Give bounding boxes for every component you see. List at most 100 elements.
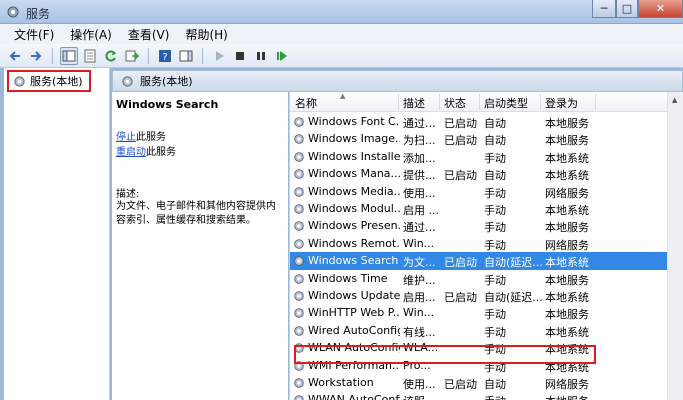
service-row[interactable]: Windows Remot... Win... 手动 网络服务 — [290, 235, 668, 252]
gear-icon — [14, 75, 25, 87]
column-divider[interactable] — [439, 94, 440, 110]
back-button[interactable] — [6, 47, 24, 65]
service-logon-cell: 本地系统 — [545, 204, 589, 217]
service-row[interactable]: Wired AutoConfig 有线... 手动 本地系统 — [290, 322, 668, 339]
services-app-icon — [7, 6, 19, 18]
export-list-button[interactable] — [123, 47, 141, 65]
service-description-cell: 启用 ... — [403, 204, 439, 217]
service-gear-icon — [294, 308, 304, 319]
service-row[interactable]: Windows Mana... 提供... 已启动 自动 本地系统 — [290, 165, 668, 182]
service-row[interactable]: Windows Image... 为扫... 已启动 自动 本地服务 — [290, 130, 668, 147]
menu-help[interactable]: 帮助(H) — [177, 26, 235, 43]
show-action-pane-button[interactable] — [177, 47, 195, 65]
service-row[interactable]: Windows Presen... 通过... 手动 本地服务 — [290, 217, 668, 234]
forward-button[interactable] — [27, 47, 45, 65]
stop-service-link[interactable]: 停止 — [116, 132, 136, 143]
menu-file[interactable]: 文件(F) — [6, 26, 62, 43]
service-gear-icon — [294, 273, 304, 284]
help-button[interactable]: ? — [156, 47, 174, 65]
service-name-cell: Windows Image... — [308, 132, 400, 146]
service-name-cell: WWAN AutoConfig — [308, 393, 400, 400]
maximize-button[interactable]: □ — [616, 0, 638, 18]
forward-arrow-icon — [31, 50, 42, 61]
service-row[interactable]: WinHTTP Web P... Win... 手动 本地服务 — [290, 304, 668, 321]
sort-ascending-icon: ▲ — [340, 92, 346, 100]
column-divider[interactable] — [398, 94, 399, 110]
close-button[interactable]: ✕ — [638, 0, 683, 18]
service-description-cell: 启用... — [403, 291, 436, 304]
service-row[interactable]: Windows Time 维护... 手动 本地服务 — [290, 270, 668, 287]
service-row[interactable]: Windows Search 为文... 已启动 自动(延迟... 本地系统 — [290, 252, 668, 270]
service-gear-icon — [294, 152, 304, 162]
service-gear-icon — [294, 134, 304, 145]
show-tree-button[interactable] — [60, 46, 78, 65]
menu-action[interactable]: 操作(A) — [62, 26, 120, 43]
service-row[interactable]: Workstation 使用... 已启动 自动 网络服务 — [290, 374, 668, 391]
service-startup-type-cell: 自动 — [484, 169, 506, 183]
column-header-logon-as[interactable]: 登录为 — [545, 95, 578, 111]
services-panel-header: 服务(本地) — [112, 70, 683, 92]
properties-list-button[interactable] — [81, 47, 99, 65]
service-row[interactable]: WLAN AutoConfig WLA... 手动 本地系统 — [290, 339, 668, 356]
service-status-cell: 已启动 — [444, 378, 477, 391]
refresh-button[interactable] — [102, 47, 120, 65]
toolbar-separator — [202, 47, 203, 64]
column-divider[interactable] — [479, 94, 480, 110]
start-service-button[interactable] — [210, 47, 228, 65]
service-startup-type-cell: 自动 — [484, 378, 506, 391]
restart-service-button[interactable] — [273, 47, 291, 65]
service-startup-type-cell: 手动 — [484, 393, 542, 400]
service-startup-type-cell: 手动 — [484, 273, 506, 287]
service-name-cell: Windows Font C... — [308, 115, 400, 128]
action-pane-icon — [179, 50, 193, 61]
service-logon-cell: 本地服务 — [545, 221, 589, 235]
restart-service-link[interactable]: 重启动 — [116, 147, 146, 158]
service-startup-type-cell: 自动 — [484, 117, 506, 130]
stop-service-line: 停止此服务 — [116, 128, 166, 143]
pause-icon — [257, 51, 265, 60]
menu-view[interactable]: 查看(V) — [120, 26, 178, 43]
service-name-cell: WMI Performan... — [308, 358, 400, 372]
stop-service-button[interactable] — [231, 47, 249, 65]
service-row[interactable]: Windows Modul... 启用 ... 手动 本地系统 — [290, 200, 668, 217]
service-row[interactable]: Windows Font C... 通过... 已启动 自动 本地服务 — [290, 113, 668, 130]
service-row[interactable]: Windows Update 启用... 已启动 自动(延迟... 本地系统 — [290, 287, 668, 304]
service-status-cell: 已启动 — [444, 134, 477, 148]
column-header-description[interactable]: 描述 — [403, 95, 425, 111]
service-name-cell: Windows Installer — [308, 149, 400, 163]
service-startup-type-cell: 手动 — [484, 151, 506, 165]
service-logon-cell: 本地系统 — [545, 360, 589, 374]
service-name-cell: Windows Presen... — [308, 219, 400, 233]
column-divider[interactable] — [595, 94, 596, 110]
service-gear-icon — [294, 326, 304, 336]
service-description-cell: Win... — [403, 236, 435, 250]
service-row[interactable]: WWAN AutoConfig该服... 手动本地服务 — [290, 391, 668, 400]
column-header-startup-type[interactable]: 启动类型 — [484, 95, 528, 111]
toolbar-separator — [52, 47, 53, 64]
service-description-cell: 使用... — [403, 378, 436, 391]
back-arrow-icon — [9, 50, 20, 61]
menu-bar: 文件(F) 操作(A) 查看(V) 帮助(H) — [0, 24, 683, 44]
refresh-icon — [105, 50, 116, 61]
column-divider[interactable] — [540, 94, 541, 110]
service-row[interactable]: WMI Performan... Pro... 手动 本地系统 — [290, 357, 668, 374]
service-startup-type-cell: 自动(延迟... — [484, 256, 542, 270]
restart-icon — [277, 50, 287, 61]
service-status-cell: 已启动 — [444, 169, 477, 183]
scroll-up-icon[interactable]: ▲ — [672, 96, 677, 104]
restart-service-line: 重启动此服务 — [116, 143, 176, 158]
service-logon-cell: 网络服务 — [545, 378, 589, 391]
tree-item-services-local[interactable]: 服务(本地) — [7, 70, 91, 92]
column-header-name[interactable]: 名称 — [295, 95, 317, 111]
description-label: 描述: — [116, 189, 140, 200]
service-description-cell: 维护... — [403, 273, 436, 287]
vertical-scrollbar[interactable]: ▲ — [667, 92, 683, 400]
services-list: ▲ 名称 描述 状态 启动类型 登录为 Windows Font C... 通过.… — [289, 92, 683, 400]
pause-service-button[interactable] — [252, 47, 270, 65]
minimize-button[interactable]: ─ — [592, 0, 616, 18]
play-icon — [216, 50, 224, 61]
service-row[interactable]: Windows Media... 使用... 手动 网络服务 — [290, 183, 668, 200]
column-header-status[interactable]: 状态 — [444, 95, 466, 111]
service-row[interactable]: Windows Installer 添加... 手动 本地系统 — [290, 148, 668, 165]
service-name-cell: WLAN AutoConfig — [308, 341, 400, 355]
